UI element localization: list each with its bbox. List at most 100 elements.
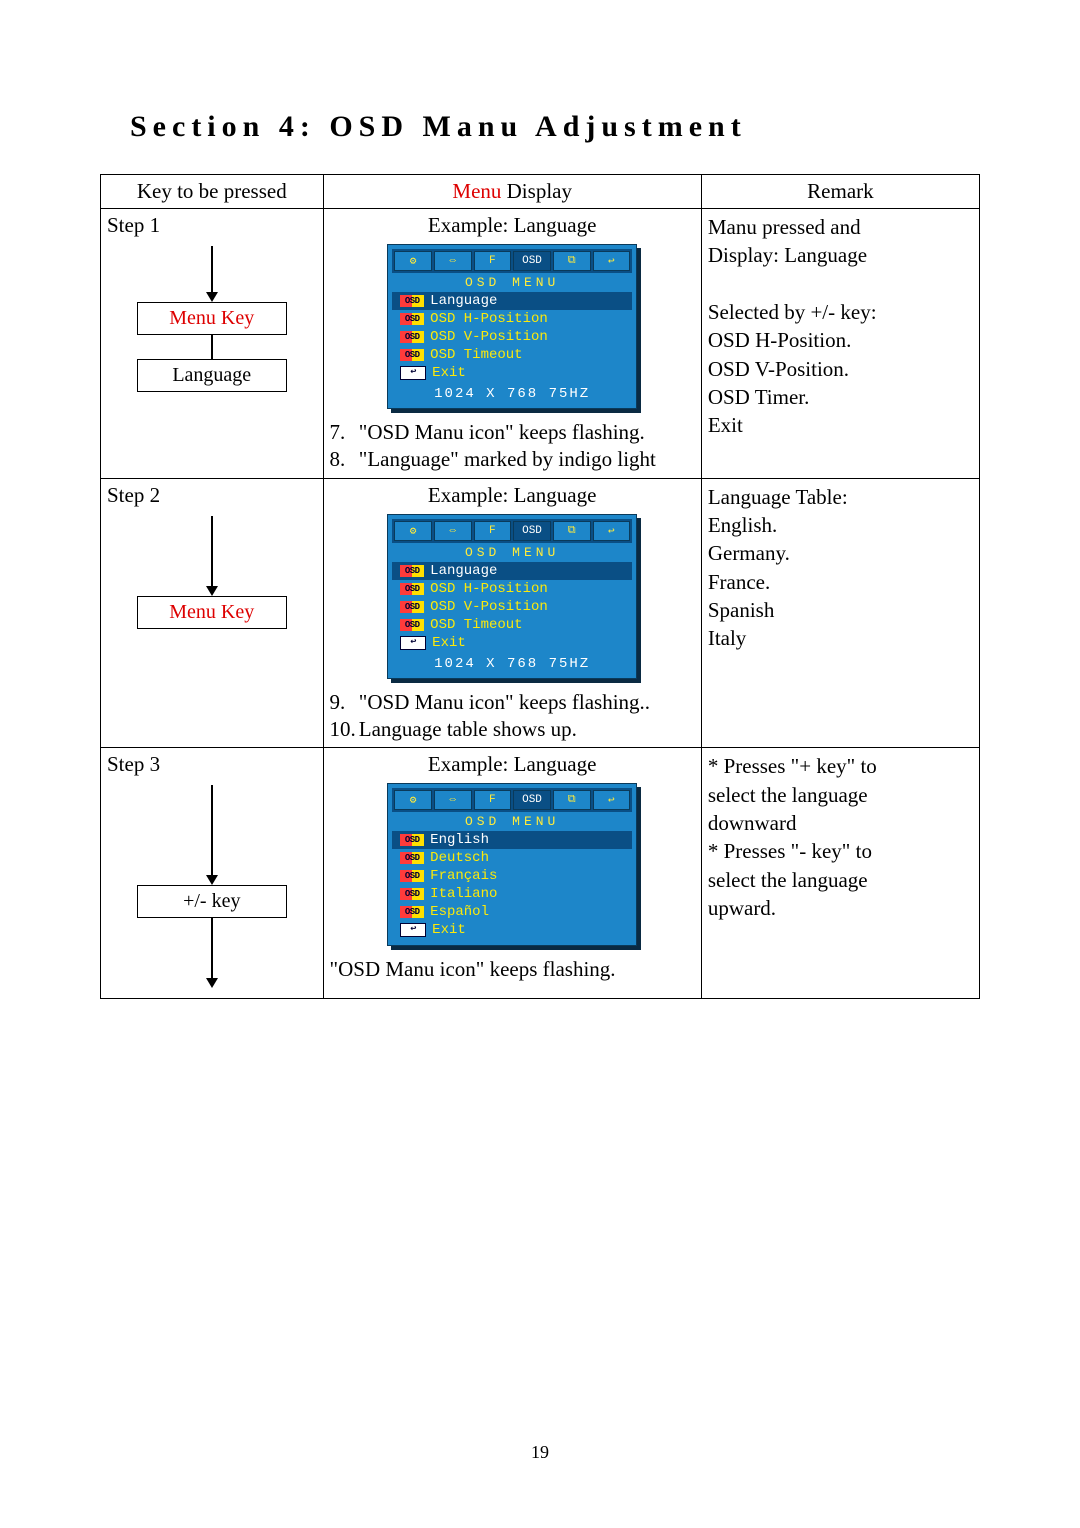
- osd-item-tag-icon: OSD: [400, 601, 424, 613]
- osd-item-text: English: [430, 831, 489, 849]
- osd-items: OSD Language OSD OSD H-Position OSD OSD V-Pos…: [392, 292, 632, 382]
- osd-item-text: Français: [430, 867, 497, 885]
- osd-item-text: Exit: [432, 634, 466, 652]
- step1-display-cell: Example: Language ⚙⇔FOSD⧉↩ OSD MENU OSDL…: [323, 209, 701, 479]
- step3-label: Step 3: [107, 752, 317, 777]
- step2-key-cell: Step 2 Menu Key: [101, 478, 324, 748]
- osd-item: OSD OSD Timeout: [392, 346, 632, 364]
- osd-resolution: 1024 X 768 75HZ: [392, 656, 632, 672]
- osd-item-tag-icon: OSD: [400, 906, 424, 918]
- osd-item-text: Italiano: [430, 885, 497, 903]
- osd-item-text: Language: [430, 292, 497, 310]
- osd-item-text: Language: [430, 562, 497, 580]
- osd-item-tag-icon: OSD: [400, 583, 424, 595]
- page: Section 4: OSD Manu Adjustment Key to be…: [0, 0, 1080, 1528]
- arrow-line-icon: [211, 246, 213, 292]
- osd-item-text: Deutsch: [430, 849, 489, 867]
- step2-keybox-menu-text: Menu Key: [169, 601, 254, 623]
- header-remark: Remark: [701, 175, 979, 209]
- osd-tab-icon: F: [474, 521, 512, 541]
- step2-label: Step 2: [107, 483, 317, 508]
- osd-item-text: OSD H-Position: [430, 580, 548, 598]
- osd-resolution: 1024 X 768 75HZ: [392, 386, 632, 402]
- step3-osd: ⚙⇔FOSD⧉↩ OSD MENU OSDEnglishOSDDeutschOS…: [387, 783, 637, 946]
- osd-tab-icon: ⇔: [434, 251, 472, 271]
- osd-tab-icon: ↩: [593, 790, 631, 810]
- osd-item-tag-icon: OSD: [400, 313, 424, 325]
- step1-keybox-menu: Menu Key: [137, 302, 287, 335]
- osd-item-text: OSD H-Position: [430, 310, 548, 328]
- step2-notes: 9. "OSD Manu icon" keeps flashing..10. L…: [330, 689, 695, 744]
- step2-caption: Example: Language: [330, 483, 695, 508]
- step1-row: Step 1 Menu Key Language Example: Langua…: [101, 209, 980, 479]
- osd-tab-icon: ⚙: [394, 521, 432, 541]
- section-title: Section 4: OSD Manu Adjustment: [130, 110, 980, 144]
- osd-tab-icon: OSD: [513, 790, 551, 810]
- main-table: Key to be pressed Menu Display Remark St…: [100, 174, 980, 999]
- header-display-red: Menu: [452, 179, 501, 203]
- step2-diagram: Menu Key: [115, 516, 309, 629]
- step3-note-text: "OSD Manu icon" keeps flashing.: [330, 957, 616, 981]
- osd-item-text: OSD Timeout: [430, 616, 522, 634]
- arrow-line-icon: [211, 918, 213, 978]
- step3-key-cell: Step 3 +/- key: [101, 748, 324, 999]
- step3-display-cell: Example: Language ⚙⇔FOSD⧉↩ OSD MENU OSDE…: [323, 748, 701, 999]
- osd-item-tag-icon: OSD: [400, 349, 424, 361]
- osd-tabbar: ⚙⇔FOSD⧉↩: [392, 788, 632, 812]
- osd-item: ↩ Exit: [392, 921, 632, 939]
- osd-item: ↩Exit: [392, 634, 632, 652]
- osd-screenshot: ⚙⇔FOSD⧉↩ OSD MENU OSDLanguageOSDOSD H-Po…: [387, 244, 637, 409]
- table-header-row: Key to be pressed Menu Display Remark: [101, 175, 980, 209]
- arrow-head-icon: [206, 978, 218, 988]
- step2-osd: ⚙⇔FOSD⧉↩ OSD MENU OSD Language OSD OSD H-Po…: [387, 514, 637, 679]
- osd-title: OSD MENU: [392, 814, 632, 829]
- osd-screenshot: ⚙⇔FOSD⧉↩ OSD MENU OSDEnglishOSDDeutschOS…: [387, 783, 637, 946]
- step1-diagram: Menu Key Language: [115, 246, 309, 392]
- osd-item: OSDOSD Timeout: [392, 616, 632, 634]
- osd-item-tag-icon: OSD: [400, 888, 424, 900]
- step3-keybox: +/- key: [137, 885, 287, 918]
- osd-tab-icon: ⇔: [434, 521, 472, 541]
- step1-label: Step 1: [107, 213, 317, 238]
- osd-item-text: OSD V-Position: [430, 328, 548, 346]
- osd-title: OSD MENU: [392, 545, 632, 560]
- osd-item: OSD OSD H-Position: [392, 580, 632, 598]
- osd-tabbar: ⚙⇔FOSD⧉↩: [392, 519, 632, 543]
- step1-keybox-menu-text: Menu Key: [169, 307, 254, 329]
- osd-item-tag-icon: OSD: [400, 295, 424, 307]
- osd-item-tag-icon: ↩: [400, 923, 426, 937]
- osd-items: OSDLanguageOSDOSD H-PositionOSDOSD V-Pos…: [392, 562, 632, 652]
- step1-caption: Example: Language: [330, 213, 695, 238]
- osd-item-tag-icon: OSD: [400, 565, 424, 577]
- step3-notes: "OSD Manu icon" keeps flashing.: [330, 956, 695, 983]
- step3-keybox-text: +/- key: [183, 890, 240, 912]
- step3-diagram: +/- key: [115, 785, 309, 988]
- arrow-head-icon: [206, 586, 218, 596]
- step1-notes: 7. "OSD Manu icon" keeps flashing.8. "La…: [330, 419, 695, 474]
- osd-item-text: OSD Timeout: [430, 346, 522, 364]
- step1-keybox-language: Language: [137, 359, 287, 392]
- step1-osd: ⚙⇔FOSD⧉↩ OSD MENU OSDLanguageOSDOSD H-Po…: [387, 244, 637, 409]
- osd-tab-icon: ↩: [593, 251, 631, 271]
- osd-item-text: Español: [430, 903, 489, 921]
- osd-tabbar: ⚙⇔FOSD⧉↩: [392, 249, 632, 273]
- osd-item-tag-icon: OSD: [400, 870, 424, 882]
- step2-display-cell: Example: Language ⚙⇔FOSD⧉↩ OSD MENU OSD L…: [323, 478, 701, 748]
- header-key: Key to be pressed: [101, 175, 324, 209]
- arrow-head-icon: [206, 292, 218, 302]
- osd-tab-icon: F: [474, 790, 512, 810]
- osd-item-text: Exit: [432, 921, 466, 939]
- osd-screenshot: ⚙⇔FOSD⧉↩ OSD MENU OSD Language OSD OSD H-Po…: [387, 514, 637, 679]
- osd-tab-icon: ⧉: [553, 251, 591, 271]
- osd-item: OSD Français: [392, 867, 632, 885]
- arrow-head-icon: [206, 875, 218, 885]
- osd-tab-icon: ⚙: [394, 251, 432, 271]
- osd-item-text: Exit: [432, 364, 466, 382]
- osd-item: ↩ Exit: [392, 364, 632, 382]
- osd-tab-icon: ⚙: [394, 790, 432, 810]
- step1-key-cell: Step 1 Menu Key Language: [101, 209, 324, 479]
- osd-items: OSDEnglishOSDDeutschOSDFrançaisOSDItalia…: [392, 831, 632, 939]
- page-number: 19: [0, 1442, 1080, 1463]
- osd-item: OSD Language: [392, 562, 632, 580]
- osd-item-tag-icon: ↩: [400, 366, 426, 380]
